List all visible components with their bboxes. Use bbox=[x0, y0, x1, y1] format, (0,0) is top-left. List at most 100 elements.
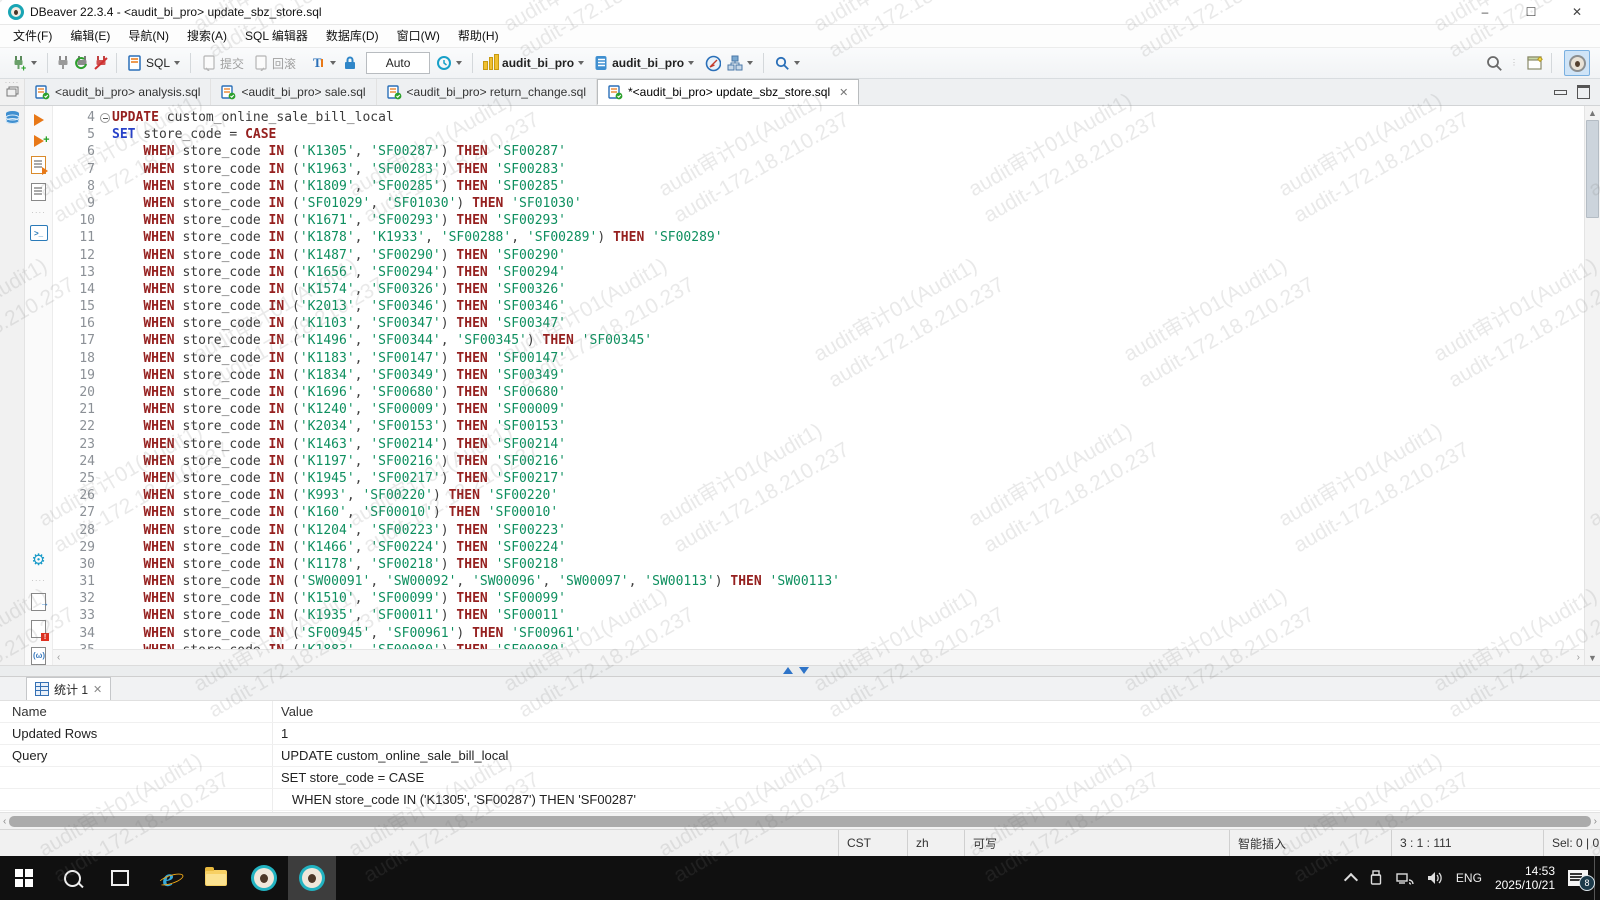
compass-icon[interactable] bbox=[705, 55, 721, 71]
column-header-name[interactable]: Name bbox=[0, 701, 273, 722]
statistics-tab[interactable]: 统计 1 ✕ bbox=[26, 677, 111, 700]
restore-view-icon[interactable] bbox=[6, 86, 19, 97]
maximize-editor-icon[interactable] bbox=[1577, 85, 1590, 99]
panel-sash[interactable] bbox=[0, 665, 1600, 677]
code-line-35[interactable]: 35 WHEN store_code IN ('K1883', 'SF00080… bbox=[53, 642, 1584, 649]
code-line-31[interactable]: 31 WHEN store_code IN ('SW00091', 'SW000… bbox=[53, 573, 1584, 590]
show-desktop-button[interactable] bbox=[1594, 856, 1600, 900]
code-line-22[interactable]: 22 WHEN store_code IN ('K2034', 'SF00153… bbox=[53, 418, 1584, 435]
code-line-27[interactable]: 27 WHEN store_code IN ('K160', 'SF00010'… bbox=[53, 504, 1584, 521]
dbeaver-taskbar-button-active[interactable] bbox=[288, 856, 336, 900]
editor-tab-1[interactable]: <audit_bi_pro> sale.sql bbox=[211, 79, 376, 105]
editor-tab-3[interactable]: *<audit_bi_pro> update_sbz_store.sql✕ bbox=[597, 79, 859, 105]
stats-row-3[interactable]: WHEN store_code IN ('K1305', 'SF00287') … bbox=[0, 789, 1600, 811]
code-line-26[interactable]: 26 WHEN store_code IN ('K993', 'SF00220'… bbox=[53, 487, 1584, 504]
disconnect-plug-icon[interactable] bbox=[93, 55, 109, 71]
code-line-19[interactable]: 19 WHEN store_code IN ('K1834', 'SF00349… bbox=[53, 367, 1584, 384]
quick-search-icon[interactable] bbox=[1486, 55, 1502, 71]
connection-selector[interactable]: audit_bi_pro bbox=[480, 51, 587, 75]
scroll-up-arrow-icon[interactable]: ▲ bbox=[1588, 106, 1597, 120]
execute-in-new-tab-icon[interactable]: + bbox=[34, 135, 44, 147]
scroll-left-arrow-icon[interactable]: ‹ bbox=[3, 816, 6, 827]
dbeaver-taskbar-button[interactable] bbox=[240, 856, 288, 900]
code-line-13[interactable]: 13 WHEN store_code IN ('K1656', 'SF00294… bbox=[53, 264, 1584, 281]
gear-icon[interactable]: ⚙ bbox=[31, 553, 45, 569]
code-line-20[interactable]: 20 WHEN store_code IN ('K1696', 'SF00680… bbox=[53, 384, 1584, 401]
reconnect-plug-icon[interactable] bbox=[74, 55, 90, 71]
autocommit-select[interactable]: Auto bbox=[366, 52, 430, 74]
close-tab-icon[interactable]: ✕ bbox=[93, 683, 102, 696]
code-line-12[interactable]: 12 WHEN store_code IN ('K1487', 'SF00290… bbox=[53, 247, 1584, 264]
commit-button[interactable]: 提交 bbox=[198, 51, 247, 75]
fold-collapse-icon[interactable] bbox=[98, 109, 112, 126]
scrollbar-thumb[interactable] bbox=[1586, 120, 1599, 218]
code-line-28[interactable]: 28 WHEN store_code IN ('K1204', 'SF00223… bbox=[53, 522, 1584, 539]
code-line-11[interactable]: 11 WHEN store_code IN ('K1878', 'K1933',… bbox=[53, 229, 1584, 246]
connect-plug-icon[interactable] bbox=[55, 55, 71, 71]
menu-item-5[interactable]: 数据库(D) bbox=[317, 25, 388, 47]
editor-vertical-scrollbar[interactable]: ▲ ▼ bbox=[1584, 106, 1600, 665]
scroll-right-arrow-icon[interactable]: › bbox=[1594, 816, 1597, 827]
lock-icon[interactable] bbox=[342, 55, 358, 71]
taskbar-search-button[interactable] bbox=[48, 856, 96, 900]
tray-chevron-up-icon[interactable] bbox=[1346, 871, 1356, 885]
code-line-25[interactable]: 25 WHEN store_code IN ('K1945', 'SF00217… bbox=[53, 470, 1584, 487]
code-area[interactable]: 4UPDATE custom_online_sale_bill_local5SE… bbox=[53, 106, 1584, 649]
sql-code-editor[interactable]: 4UPDATE custom_online_sale_bill_local5SE… bbox=[53, 106, 1600, 665]
menu-item-2[interactable]: 导航(N) bbox=[119, 25, 178, 47]
close-tab-icon[interactable]: ✕ bbox=[839, 86, 848, 99]
file-explorer-button[interactable] bbox=[192, 856, 240, 900]
file-warning-icon[interactable]: ! bbox=[31, 620, 46, 638]
code-line-30[interactable]: 30 WHEN store_code IN ('K1178', 'SF00218… bbox=[53, 556, 1584, 573]
stats-row-1[interactable]: QueryUPDATE custom_online_sale_bill_loca… bbox=[0, 745, 1600, 767]
stats-row-0[interactable]: Updated Rows1 bbox=[0, 723, 1600, 745]
sash-expand-up-icon[interactable] bbox=[783, 667, 793, 674]
code-line-18[interactable]: 18 WHEN store_code IN ('K1183', 'SF00147… bbox=[53, 350, 1584, 367]
code-line-34[interactable]: 34 WHEN store_code IN ('SF00945', 'SF009… bbox=[53, 625, 1584, 642]
code-line-7[interactable]: 7 WHEN store_code IN ('K1963', 'SF00283'… bbox=[53, 161, 1584, 178]
task-view-button[interactable] bbox=[96, 856, 144, 900]
code-line-33[interactable]: 33 WHEN store_code IN ('K1935', 'SF00011… bbox=[53, 607, 1584, 624]
code-line-5[interactable]: 5SET store_code = CASE bbox=[53, 126, 1584, 143]
sql-editor-button[interactable]: SQL bbox=[124, 51, 183, 75]
editor-horizontal-scrollbar[interactable]: ‹ › bbox=[53, 649, 1584, 665]
window-close-button[interactable]: ✕ bbox=[1554, 0, 1600, 24]
menu-item-3[interactable]: 搜索(A) bbox=[178, 25, 236, 47]
code-line-6[interactable]: 6 WHEN store_code IN ('K1305', 'SF00287'… bbox=[53, 143, 1584, 160]
menu-item-4[interactable]: SQL 编辑器 bbox=[236, 25, 317, 47]
network-icon[interactable] bbox=[1396, 871, 1414, 885]
new-connection-button[interactable]: + bbox=[8, 51, 40, 75]
database-navigator-icon[interactable] bbox=[4, 110, 21, 126]
scroll-down-arrow-icon[interactable]: ▼ bbox=[1588, 651, 1597, 665]
notification-center-button[interactable]: 8 bbox=[1568, 870, 1588, 886]
menu-item-0[interactable]: 文件(F) bbox=[4, 25, 61, 47]
open-perspective-icon[interactable] bbox=[1527, 55, 1543, 71]
internet-explorer-button[interactable]: e bbox=[144, 856, 192, 900]
scroll-right-arrow-icon[interactable]: › bbox=[1577, 652, 1580, 663]
execute-statement-icon[interactable] bbox=[34, 114, 44, 126]
code-line-17[interactable]: 17 WHEN store_code IN ('K1496', 'SF00344… bbox=[53, 332, 1584, 349]
language-indicator[interactable]: ENG bbox=[1456, 871, 1482, 885]
column-header-value[interactable]: Value bbox=[273, 701, 1600, 722]
database-selector[interactable]: audit_bi_pro bbox=[590, 51, 697, 75]
code-line-23[interactable]: 23 WHEN store_code IN ('K1463', 'SF00214… bbox=[53, 436, 1584, 453]
rollback-button[interactable]: 回滚 bbox=[250, 51, 299, 75]
execute-script-icon[interactable] bbox=[31, 156, 46, 174]
explain-plan-icon[interactable] bbox=[31, 183, 46, 201]
editor-tab-0[interactable]: <audit_bi_pro> analysis.sql bbox=[25, 79, 211, 105]
start-button[interactable] bbox=[0, 856, 48, 900]
search-button[interactable] bbox=[771, 51, 803, 75]
code-line-9[interactable]: 9 WHEN store_code IN ('SF01029', 'SF0103… bbox=[53, 195, 1584, 212]
dbeaver-perspective-button[interactable] bbox=[1564, 50, 1590, 76]
code-line-29[interactable]: 29 WHEN store_code IN ('K1466', 'SF00224… bbox=[53, 539, 1584, 556]
code-line-21[interactable]: 21 WHEN store_code IN ('K1240', 'SF00009… bbox=[53, 401, 1584, 418]
code-line-14[interactable]: 14 WHEN store_code IN ('K1574', 'SF00326… bbox=[53, 281, 1584, 298]
scrollbar-thumb[interactable] bbox=[9, 816, 1590, 827]
panel-horizontal-scrollbar[interactable]: ‹ › bbox=[0, 812, 1600, 829]
code-line-10[interactable]: 10 WHEN store_code IN ('K1671', 'SF00293… bbox=[53, 212, 1584, 229]
transaction-log-button[interactable] bbox=[433, 51, 465, 75]
network-button[interactable] bbox=[724, 51, 756, 75]
menu-item-7[interactable]: 帮助(H) bbox=[449, 25, 508, 47]
code-line-4[interactable]: 4UPDATE custom_online_sale_bill_local bbox=[53, 109, 1584, 126]
sash-expand-down-icon[interactable] bbox=[799, 667, 809, 674]
